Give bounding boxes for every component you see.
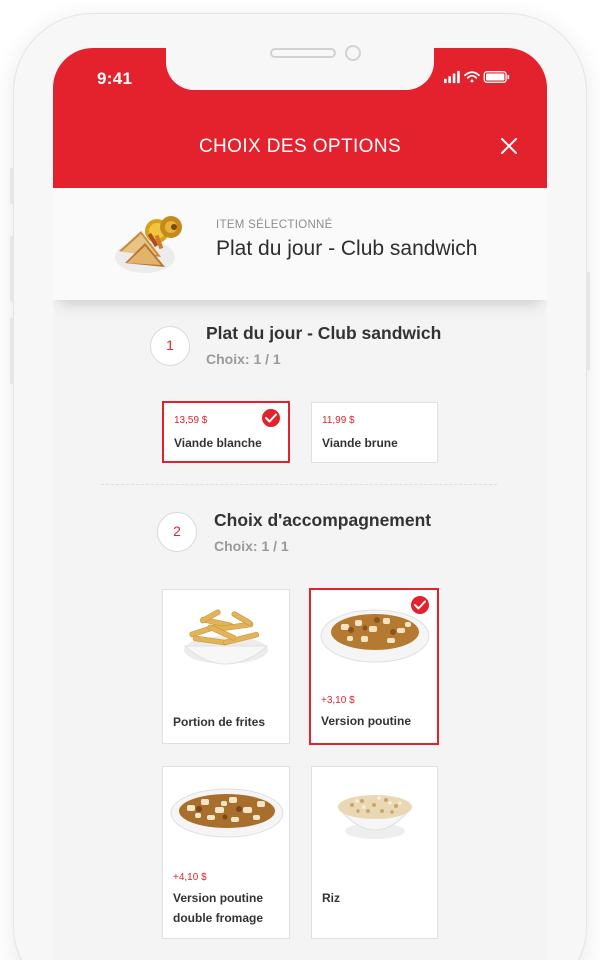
fries-bowl-icon <box>183 609 269 665</box>
section-choice-count: Choix: 1 / 1 <box>214 538 289 554</box>
option-label: Version poutine <box>321 714 412 728</box>
phone-side-button <box>586 272 590 370</box>
battery-icon <box>483 71 510 83</box>
phone-speaker <box>270 48 336 58</box>
option-version-poutine-double-fromage[interactable]: +4,10 $ Version poutine double fromage <box>162 766 290 939</box>
phone-camera <box>345 45 361 61</box>
option-portion-de-frites[interactable]: Portion de frites <box>162 589 290 744</box>
selected-check-icon <box>260 407 282 429</box>
close-icon <box>501 138 517 154</box>
selected-item-kicker: ITEM SÉLECTIONNÉ <box>216 219 333 231</box>
section-title: Plat du jour - Club sandwich <box>206 323 442 343</box>
rice-bowl-icon <box>336 795 414 839</box>
option-viande-blanche[interactable]: 13,59 $ Viande blanche <box>162 401 290 463</box>
selected-check-icon <box>409 594 431 616</box>
phone-side-button <box>10 318 14 384</box>
option-label: Viande brune <box>322 436 398 450</box>
option-viande-brune[interactable]: 11,99 $ Viande brune <box>311 402 438 463</box>
status-icons <box>444 70 510 84</box>
signal-icon <box>444 70 460 84</box>
phone-side-button <box>10 168 14 204</box>
option-riz[interactable]: Riz <box>311 766 438 939</box>
section-divider <box>101 484 497 485</box>
option-label-line-2: double fromage <box>173 911 264 925</box>
selected-item-card: ITEM SÉLECTIONNÉ Plat du jour - Club san… <box>53 188 547 300</box>
club-sandwich-image <box>115 216 182 273</box>
option-label: Portion de frites <box>173 715 266 729</box>
option-label-line-1: Version poutine <box>173 891 264 905</box>
selected-item-title: Plat du jour - Club sandwich <box>216 237 478 260</box>
close-button[interactable] <box>497 134 521 158</box>
option-version-poutine[interactable]: +3,10 $ Version poutine <box>309 588 439 745</box>
app-screen: 9:41 CHOIX DES OPTIONS ITEM SÉLECTIONNÉ … <box>53 48 547 960</box>
option-label: Viande blanche <box>174 436 262 450</box>
option-label: Riz <box>322 891 340 905</box>
phone-side-button <box>10 236 14 302</box>
section-choice-count: Choix: 1 / 1 <box>206 351 281 367</box>
option-price: +4,10 $ <box>173 872 207 883</box>
option-price: +3,10 $ <box>321 695 355 706</box>
option-price: 11,99 $ <box>322 415 355 426</box>
section-title: Choix d'accompagnement <box>214 510 432 530</box>
wifi-icon <box>464 71 480 83</box>
section-number: 2 <box>157 512 197 552</box>
section-number: 1 <box>150 326 190 366</box>
page-title: CHOIX DES OPTIONS <box>198 136 402 157</box>
option-price: 13,59 $ <box>174 415 208 426</box>
app-header: 9:41 CHOIX DES OPTIONS <box>53 48 547 188</box>
status-time: 9:41 <box>97 69 133 88</box>
poutine-plate-icon <box>170 788 284 838</box>
